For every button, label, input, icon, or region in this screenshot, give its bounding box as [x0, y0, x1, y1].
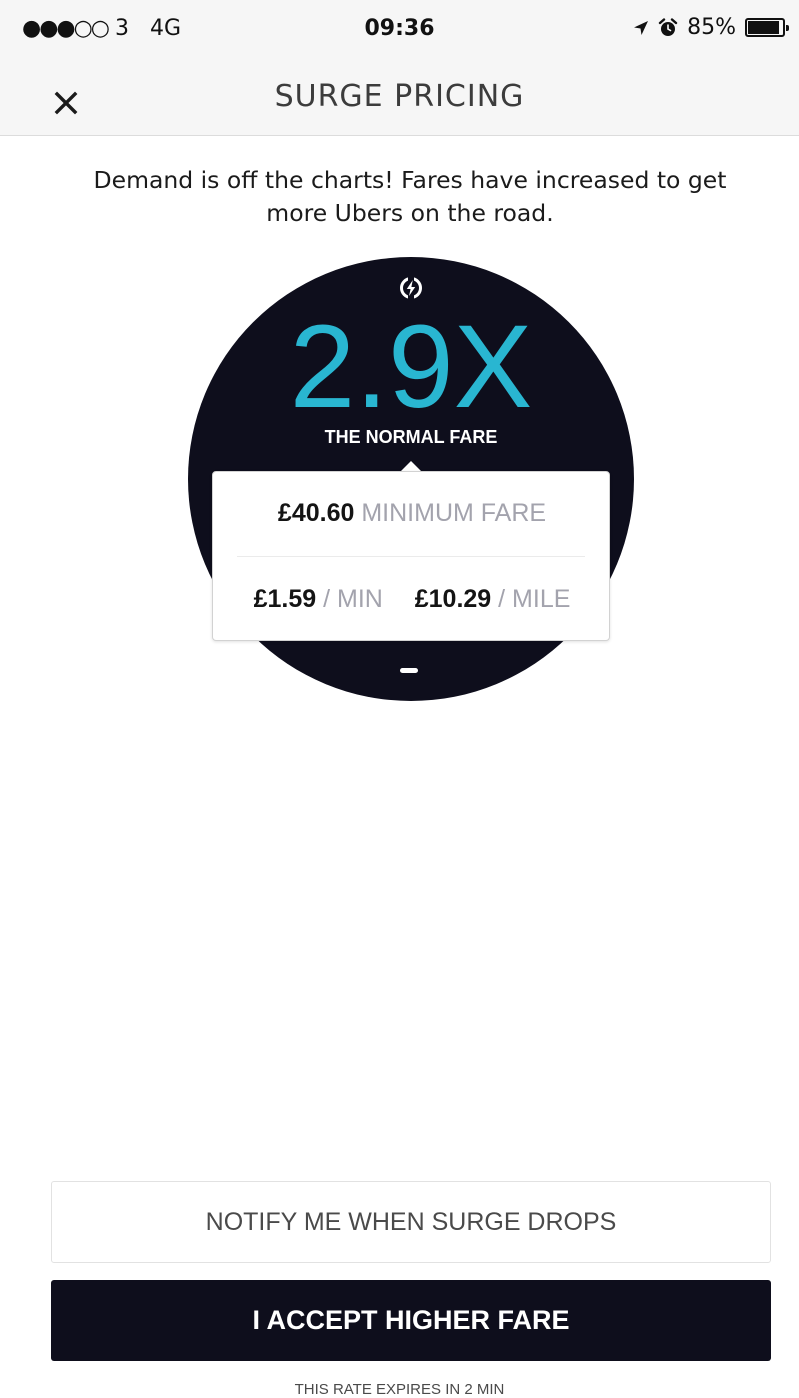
normal-fare-caption: THE NORMAL FARE: [324, 427, 498, 447]
status-bar: ●●●○○ 3 4G 09:36 85%: [0, 0, 799, 66]
rate-expiry-text: THIS RATE EXPIRES IN 2 MIN: [294, 1381, 505, 1398]
minimum-fare-amount: £40.60: [277, 499, 355, 527]
per-minute-label: / MIN: [323, 585, 383, 613]
nav-bar: SURGE PRICING: [0, 66, 799, 136]
divider: [237, 556, 585, 557]
status-right: 85%: [633, 15, 789, 40]
location-arrow-icon: [634, 20, 649, 35]
fare-card: £40.60 MINIMUM FARE £1.59 / MIN £10.29 /…: [212, 471, 610, 641]
alarm-clock-icon: [658, 17, 678, 36]
minimum-fare-label: MINIMUM FARE: [361, 499, 547, 527]
notify-surge-drop-button[interactable]: NOTIFY ME WHEN SURGE DROPS: [51, 1181, 771, 1263]
surge-message: Demand is off the charts! Fares have inc…: [93, 166, 727, 227]
accept-higher-fare-button[interactable]: I ACCEPT HIGHER FARE: [51, 1280, 771, 1361]
battery-fill: [748, 21, 779, 34]
page-title: SURGE PRICING: [274, 79, 525, 114]
battery-icon: [745, 18, 789, 37]
per-mile-label: / MILE: [498, 585, 571, 613]
per-mile-amount: £10.29: [414, 585, 492, 613]
rate-row: £1.59 / MIN £10.29 / MILE: [213, 585, 611, 614]
battery-percent: 85%: [687, 15, 736, 40]
surge-multiplier: 2.9X: [289, 301, 533, 433]
minimum-fare-row: £40.60 MINIMUM FARE: [213, 499, 611, 528]
per-minute-amount: £1.59: [253, 585, 317, 613]
drag-handle[interactable]: [400, 668, 418, 673]
